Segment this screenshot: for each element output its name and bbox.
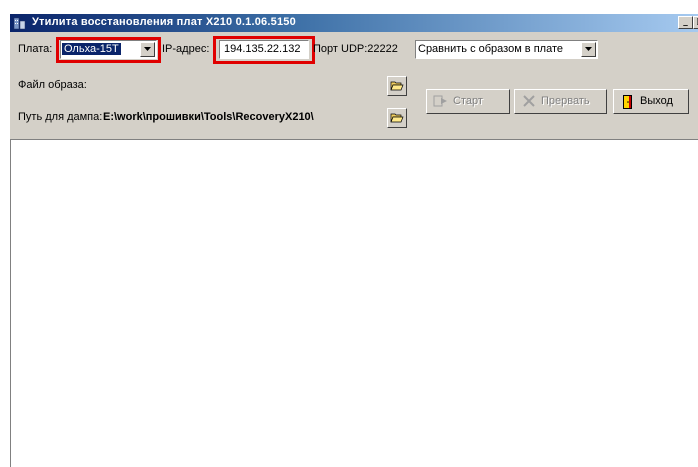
start-icon — [433, 94, 449, 111]
udp-port-label: Порт UDP:22222 — [313, 43, 398, 55]
output-log-area[interactable] — [10, 139, 698, 467]
abort-icon — [521, 94, 537, 111]
board-label: Плата: — [18, 43, 53, 55]
start-button-label: Старт — [453, 95, 483, 107]
mode-select-value: Сравнить с образом в плате — [418, 43, 563, 55]
abort-button-label: Прервать — [541, 95, 590, 107]
app-icon — [13, 16, 27, 30]
app-window: Утилита восстановления плат X210 0.1.06.… — [9, 13, 698, 467]
open-folder-icon — [390, 113, 404, 123]
maximize-button[interactable]: □ — [693, 16, 698, 29]
browse-image-button[interactable] — [387, 76, 407, 96]
exit-button[interactable]: Выход — [613, 89, 689, 114]
mode-select[interactable]: Сравнить с образом в плате — [415, 40, 598, 59]
abort-button[interactable]: Прервать — [514, 89, 607, 114]
image-file-label: Файл образа: — [18, 79, 87, 91]
window-title: Утилита восстановления плат X210 0.1.06.… — [32, 16, 296, 28]
dump-path-value: E:\work\прошивки\Tools\RecoveryX210\ — [103, 111, 314, 123]
ip-label: IP-адрес: — [162, 43, 210, 55]
start-button[interactable]: Старт — [426, 89, 510, 114]
browse-dump-path-button[interactable] — [387, 108, 407, 128]
title-bar[interactable]: Утилита восстановления плат X210 0.1.06.… — [10, 14, 698, 32]
open-folder-icon — [390, 81, 404, 91]
minimize-button[interactable]: _ — [678, 16, 693, 29]
dump-path-label: Путь для дампа: — [18, 111, 103, 123]
exit-button-label: Выход — [640, 95, 673, 107]
board-highlight-frame — [56, 37, 161, 63]
exit-door-icon — [620, 94, 636, 113]
mode-select-dropdown-button[interactable] — [581, 42, 596, 57]
ip-highlight-frame — [213, 36, 315, 64]
